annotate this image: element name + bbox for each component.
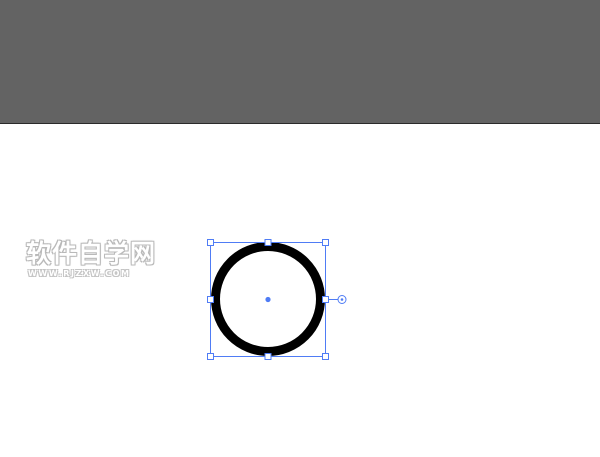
handle-top-left[interactable] (207, 239, 214, 246)
canvas (207, 239, 347, 360)
handle-top-middle[interactable] (264, 239, 272, 246)
handle-bottom-middle[interactable] (264, 353, 272, 360)
handle-bottom-left[interactable] (207, 353, 214, 360)
pie-widget-dot (340, 298, 344, 301)
center-point[interactable] (265, 296, 271, 303)
handle-top-right[interactable] (322, 239, 329, 246)
handle-right-middle[interactable] (322, 296, 329, 303)
handle-bottom-right[interactable] (322, 353, 329, 360)
handle-left-middle[interactable] (207, 296, 214, 303)
